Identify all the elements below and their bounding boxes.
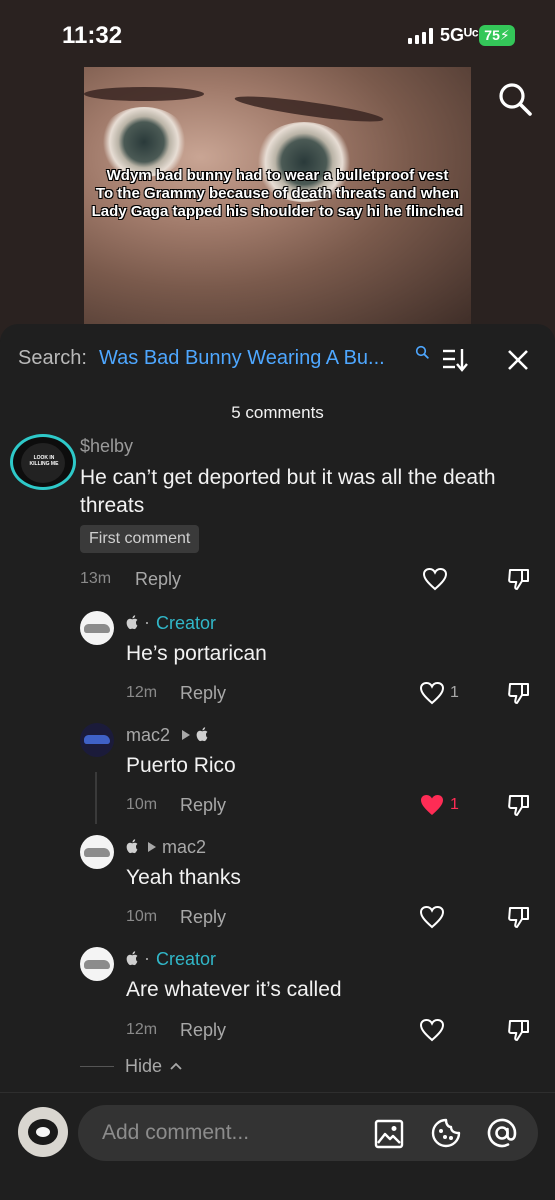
dislike-icon[interactable] — [506, 566, 532, 592]
first-comment-badge: First comment — [80, 525, 200, 553]
signal-icon — [408, 28, 434, 44]
avatar[interactable] — [80, 611, 114, 645]
reply-text: Yeah thanks — [126, 866, 241, 889]
apple-icon — [196, 727, 208, 742]
reply-time: 10m — [126, 796, 158, 813]
reply-button[interactable]: Reply — [180, 683, 226, 704]
reply-arrow-icon — [148, 842, 156, 852]
heart-icon[interactable] — [419, 1018, 445, 1042]
comment-input[interactable]: Add comment... — [78, 1105, 538, 1161]
avatar-text: LOOK IN KILLING ME — [29, 455, 59, 467]
emoji-icon[interactable] — [430, 1117, 462, 1149]
comment-count: 5 comments — [231, 403, 324, 422]
reply-time: 10m — [126, 908, 158, 925]
creator-label: Creator — [156, 949, 217, 969]
battery-icon: 75⚡ — [479, 25, 515, 46]
avatar[interactable]: LOOK IN KILLING ME — [10, 434, 76, 490]
heart-icon[interactable] — [422, 567, 448, 591]
status-time: 11:32 — [62, 22, 123, 49]
battery-level: 75 — [484, 27, 500, 43]
like-count: 1 — [450, 684, 459, 701]
thread-line — [95, 772, 97, 824]
status-bar: 11:32 5Gᵁᶜ 75⚡ — [0, 0, 555, 60]
dislike-icon[interactable] — [506, 792, 532, 818]
like-count: 1 — [450, 796, 459, 813]
caption-line: Wdym bad bunny had to wear a bulletproof… — [106, 167, 449, 184]
dislike-icon[interactable] — [506, 904, 532, 930]
close-icon[interactable] — [506, 348, 530, 372]
chevron-up-icon[interactable] — [170, 1061, 182, 1071]
search-label: Search: — [18, 347, 87, 369]
comment-text: He can’t get deported but it was all the… — [80, 466, 496, 517]
reply-button[interactable]: Reply — [135, 569, 181, 590]
reply-button[interactable]: Reply — [180, 1020, 226, 1041]
search-icon — [415, 345, 429, 359]
apple-icon — [126, 839, 138, 854]
user-avatar[interactable] — [18, 1107, 68, 1157]
dislike-icon[interactable] — [506, 680, 532, 706]
reply-button[interactable]: Reply — [180, 907, 226, 928]
comment-username[interactable]: $helby — [80, 436, 133, 457]
reply-time: 12m — [126, 684, 158, 701]
reply-button[interactable]: Reply — [180, 795, 226, 816]
creator-label: Creator — [156, 613, 217, 633]
dislike-icon[interactable] — [506, 1017, 532, 1043]
search-icon[interactable] — [497, 81, 533, 117]
caption-line: To the Grammy because of death threats a… — [95, 185, 460, 202]
comment-time: 13m — [80, 570, 112, 587]
hide-divider — [80, 1066, 114, 1067]
reply-target-username[interactable]: mac2 — [162, 837, 206, 858]
network-label: 5Gᵁᶜ — [440, 25, 479, 45]
image-icon[interactable] — [374, 1119, 404, 1149]
video-thumbnail[interactable]: Wdym bad bunny had to wear a bulletproof… — [84, 67, 471, 325]
heart-icon[interactable] — [419, 905, 445, 929]
heart-icon-liked[interactable] — [419, 793, 445, 817]
comment-composer: Add comment... — [0, 1092, 555, 1200]
reply-arrow-icon — [182, 730, 190, 740]
comment-placeholder: Add comment... — [102, 1121, 250, 1144]
avatar[interactable] — [80, 835, 114, 869]
apple-icon — [126, 615, 138, 630]
caption-line: Lady Gaga tapped his shoulder to say hi … — [91, 203, 464, 220]
reply-text: Are whatever it’s called — [126, 978, 342, 1001]
reply-text: He’s portarican — [126, 642, 267, 665]
reply-time: 12m — [126, 1021, 158, 1038]
reply-username[interactable]: mac2 — [126, 725, 170, 746]
comments-header: Search: Was Bad Bunny Wearing A Bu... — [0, 324, 555, 394]
hide-replies-button[interactable]: Hide — [125, 1056, 162, 1077]
avatar[interactable] — [80, 723, 114, 757]
search-query-link[interactable]: Was Bad Bunny Wearing A Bu... — [99, 347, 385, 370]
video-area: 11:32 5Gᵁᶜ 75⚡ Wdym bad bunny had to wea… — [0, 0, 555, 340]
heart-icon[interactable] — [419, 681, 445, 705]
avatar[interactable] — [80, 947, 114, 981]
sort-icon[interactable] — [441, 347, 469, 373]
reply-text: Puerto Rico — [126, 754, 236, 777]
video-caption: Wdym bad bunny had to wear a bulletproof… — [84, 167, 471, 221]
comments-sheet: Search: Was Bad Bunny Wearing A Bu... 5 … — [0, 324, 555, 1200]
mention-icon[interactable] — [486, 1117, 518, 1149]
apple-icon — [126, 951, 138, 966]
